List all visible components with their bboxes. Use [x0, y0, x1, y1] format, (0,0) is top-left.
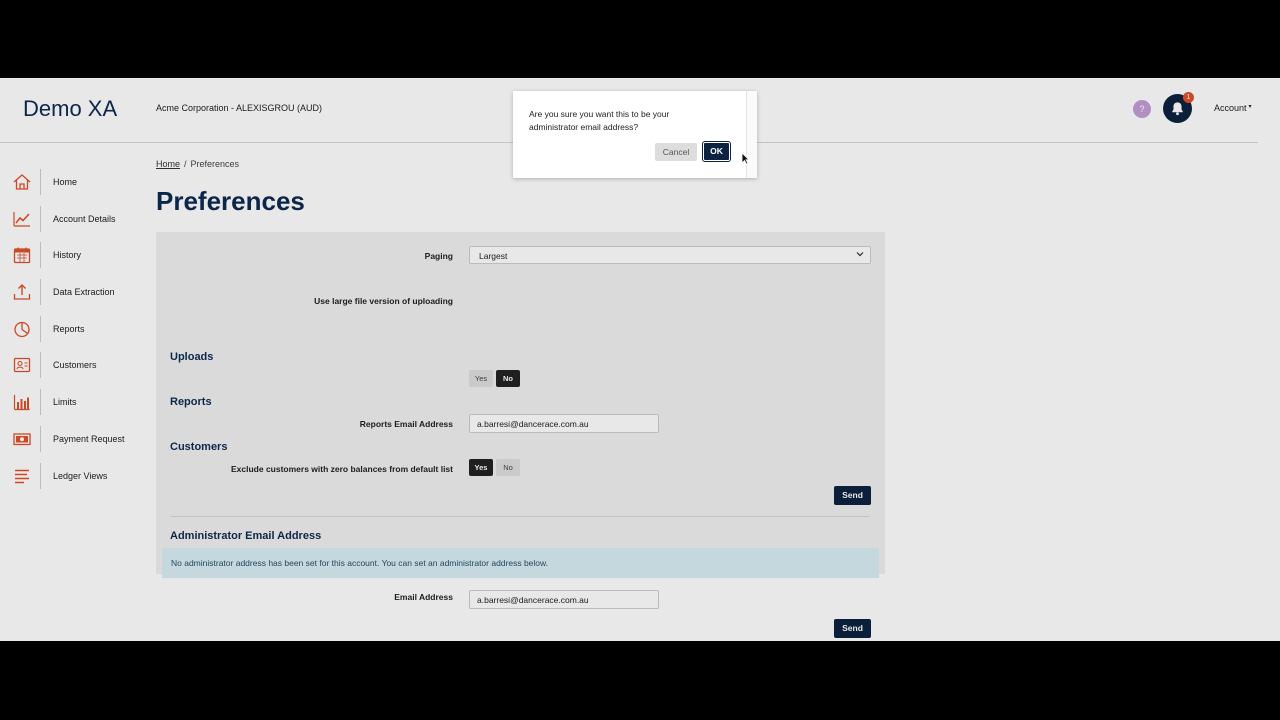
- app-root: Demo XA Acme Corporation - ALEXISGROU (A…: [0, 78, 1280, 641]
- browser-viewport: Demo XA Acme Corporation - ALEXISGROU (A…: [0, 78, 1280, 641]
- dialog-cancel-button[interactable]: Cancel: [655, 143, 697, 161]
- confirm-dialog-message: Are you sure you want this to be your ad…: [529, 109, 670, 132]
- mouse-cursor-icon: [741, 152, 750, 165]
- dialog-ok-button[interactable]: OK: [702, 141, 731, 162]
- confirm-dialog: Are you sure you want this to be your ad…: [513, 91, 757, 178]
